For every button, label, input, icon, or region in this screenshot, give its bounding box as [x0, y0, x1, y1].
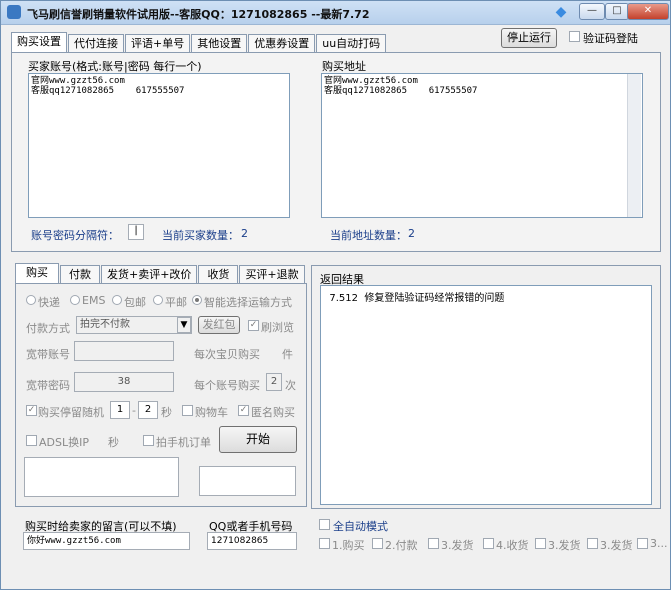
address-title: 购买地址 — [322, 60, 366, 73]
ship-free-label: 包邮 — [124, 296, 146, 309]
stay-unit: 秒 — [161, 406, 172, 419]
window-title: 飞马刷信誉刷销量软件试用版--客服QQ：1271082865 --最新7.72 — [27, 8, 370, 21]
adsl-checkbox[interactable] — [26, 435, 37, 446]
app-window: 飞马刷信誉刷销量软件试用版--客服QQ：1271082865 --最新7.72 … — [0, 0, 671, 590]
skin-icon[interactable]: ◆ — [553, 4, 569, 20]
close-button[interactable]: ✕ — [627, 3, 669, 20]
per-buy-unit: 件 — [282, 348, 293, 361]
sub-tab-bar: 购买 付款 发货+卖评+改价 收货 买评+退款 — [15, 263, 306, 283]
step-label: 4.收货 — [496, 539, 529, 552]
stay-dash: - — [132, 404, 136, 417]
ship-free-radio[interactable] — [112, 295, 122, 305]
ship-surface-label: 平邮 — [165, 296, 187, 309]
step-label: 1.购买 — [332, 539, 365, 552]
subtab-receive[interactable]: 收货 — [198, 265, 239, 283]
step-label: 3.发货 — [441, 539, 474, 552]
ship-smart-label: 智能选择运输方式 — [204, 296, 292, 309]
buy-extra-input[interactable] — [199, 466, 296, 496]
start-button[interactable]: 开始 — [219, 426, 297, 453]
buyer-accounts-title: 买家账号(格式:账号|密码 每行一个) — [28, 60, 202, 73]
cart-checkbox[interactable] — [182, 405, 193, 416]
message-input[interactable]: 你好www.gzzt56.com — [23, 532, 190, 550]
stay-random-label: 购买停留随机 — [38, 406, 104, 419]
tab-review-tracking[interactable]: 评语+单号 — [125, 34, 191, 52]
title-bar: 飞马刷信誉刷销量软件试用版--客服QQ：1271082865 --最新7.72 … — [1, 1, 670, 25]
broadband-password-input[interactable]: 38 — [74, 372, 174, 392]
step-label: 3.发货 — [600, 539, 633, 552]
subtab-ship-review[interactable]: 发货+卖评+改价 — [101, 265, 198, 283]
buy-log-box — [24, 457, 179, 497]
maximize-button[interactable]: □ — [605, 3, 629, 20]
step-label: 3... — [650, 537, 668, 550]
stay-random-checkbox[interactable]: ✓ — [26, 405, 37, 416]
ship-express-radio[interactable] — [26, 295, 36, 305]
brush-review-checkbox[interactable]: ✓ — [248, 320, 259, 331]
per-account-label: 每个账号购买 — [194, 379, 260, 392]
ship-surface-radio[interactable] — [153, 295, 163, 305]
subtab-review-refund[interactable]: 买评+退款 — [239, 265, 305, 283]
separator-input[interactable]: | — [128, 224, 144, 240]
per-buy-label: 每次宝贝购买 — [194, 348, 260, 361]
cart-label: 购物车 — [195, 406, 228, 419]
pay-method-label: 付款方式 — [26, 322, 70, 335]
tab-uu-captcha[interactable]: uu自动打码 — [316, 34, 387, 52]
result-panel: 返回结果 7.512 修复登陆验证码经常报错的问题 — [311, 265, 661, 509]
captcha-login-label: 验证码登陆 — [583, 32, 638, 45]
broadband-password-label: 宽带密码 — [26, 379, 70, 392]
red-packet-button[interactable]: 发红包 — [198, 316, 240, 334]
captcha-login-checkbox[interactable] — [569, 31, 580, 42]
buy-settings-panel: 买家账号(格式:账号|密码 每行一个) 官网www.gzzt56.com 客服q… — [11, 52, 661, 252]
stay-max-input[interactable]: 2 — [138, 401, 158, 419]
ship-ems-label: EMS — [82, 294, 106, 307]
adsl-label: ADSL换IP — [39, 436, 89, 449]
tab-coupon-settings[interactable]: 优惠券设置 — [248, 34, 316, 52]
address-scrollbar[interactable] — [627, 74, 641, 217]
adsl-unit: 秒 — [108, 436, 119, 449]
per-account-unit: 次 — [285, 379, 296, 392]
minimize-button[interactable]: — — [579, 3, 605, 20]
pay-method-select[interactable]: 拍完不付款 — [76, 316, 192, 334]
per-account-input[interactable]: 2 — [266, 373, 282, 391]
ship-smart-radio[interactable] — [192, 295, 202, 305]
mobile-order-label: 拍手机订单 — [156, 436, 211, 449]
tab-buy-settings[interactable]: 购买设置 — [11, 32, 67, 52]
subtab-pay[interactable]: 付款 — [60, 265, 100, 283]
separator-label: 账号密码分隔符： — [31, 229, 119, 242]
broadband-account-label: 宽带账号 — [26, 348, 70, 361]
ship-express-label: 快递 — [38, 296, 60, 309]
mobile-order-checkbox[interactable] — [143, 435, 154, 446]
chevron-down-icon[interactable]: ▼ — [177, 317, 191, 333]
auto-mode-label: 全自动模式 — [333, 520, 388, 533]
stay-min-input[interactable]: 1 — [110, 401, 130, 419]
anonymous-checkbox[interactable]: ✓ — [238, 405, 249, 416]
buy-panel: 快递 EMS 包邮 平邮 智能选择运输方式 付款方式 拍完不付款 ▼ 发红包 ✓… — [15, 283, 307, 507]
brush-review-label: 刷浏览 — [261, 321, 294, 334]
phone-input[interactable]: 1271082865 — [207, 532, 297, 550]
address-count-value: 2 — [408, 227, 415, 240]
stop-button[interactable]: 停止运行 — [501, 28, 557, 48]
step-label: 2.付款 — [385, 539, 418, 552]
step-label: 3.发货 — [548, 539, 581, 552]
app-icon — [7, 5, 21, 19]
tab-proxy-pay-link[interactable]: 代付连接 — [68, 34, 124, 52]
auto-mode-checkbox[interactable] — [319, 519, 330, 530]
ship-ems-radio[interactable] — [70, 295, 80, 305]
buyer-accounts-textarea[interactable]: 官网www.gzzt56.com 客服qq1271082865 61755550… — [28, 73, 290, 218]
result-textarea[interactable]: 7.512 修复登陆验证码经常报错的问题 — [320, 285, 652, 505]
address-count-label: 当前地址数量： — [330, 229, 407, 242]
address-textarea[interactable]: 官网www.gzzt56.com 客服qq1271082865 61755550… — [321, 73, 643, 218]
buyer-count-label: 当前买家数量： — [162, 229, 239, 242]
subtab-buy[interactable]: 购买 — [15, 263, 59, 283]
tab-other-settings[interactable]: 其他设置 — [191, 34, 248, 52]
broadband-account-input[interactable] — [74, 341, 174, 361]
top-tab-bar: 购买设置 代付连接 评语+单号 其他设置 优惠券设置 uu自动打码 — [11, 32, 387, 52]
buyer-count-value: 2 — [241, 227, 248, 240]
anonymous-label: 匿名购买 — [251, 406, 295, 419]
